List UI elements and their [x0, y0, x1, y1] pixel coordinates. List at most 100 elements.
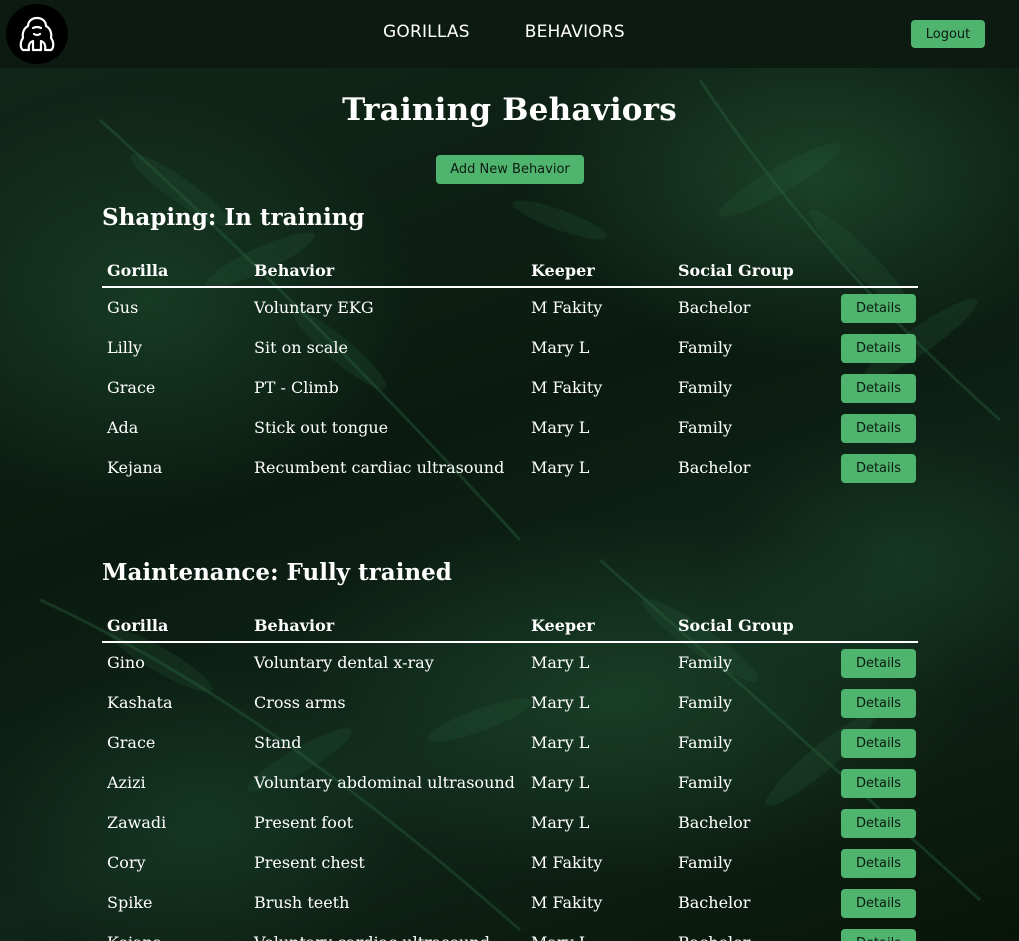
table-row: Ada Stick out tongue Mary L Family Details — [102, 408, 918, 448]
social-group-cell: Bachelor — [678, 458, 751, 477]
social-group-cell: Bachelor — [678, 813, 751, 832]
behavior-cell: Present foot — [254, 813, 353, 832]
maintenance-table: Gorilla Behavior Keeper Social Group Gino Vol… — [102, 610, 918, 941]
gorilla-cell: Kejana — [107, 458, 163, 477]
keeper-cell: M Fakity — [531, 378, 603, 397]
table-row: Cory Present chest M Fakity Family Details — [102, 843, 918, 883]
table-row: Zawadi Present foot Mary L Bachelor Details — [102, 803, 918, 843]
gorilla-cell: Grace — [107, 733, 156, 752]
keeper-cell: Mary L — [531, 813, 590, 832]
table-row: Kashata Cross arms Mary L Family Details — [102, 683, 918, 723]
table-row: Grace Stand Mary L Family Details — [102, 723, 918, 763]
behavior-cell: Sit on scale — [254, 338, 348, 357]
table-row: Azizi Voluntary abdominal ultrasound Mary … — [102, 763, 918, 803]
table-row: Gus Voluntary EKG M Fakity Bachelor Details — [102, 288, 918, 328]
nav-link-gorillas[interactable]: GORILLAS — [383, 22, 470, 42]
behavior-cell: Voluntary EKG — [254, 298, 374, 317]
keeper-cell: M Fakity — [531, 298, 603, 317]
details-button[interactable]: Details — [841, 769, 916, 798]
column-header: Gorilla — [107, 616, 169, 635]
table-header: Gorilla Behavior Keeper Social Group — [102, 255, 918, 288]
main-content: Training Behaviors Add New Behavior Shap… — [0, 68, 1019, 941]
details-button[interactable]: Details — [841, 889, 916, 918]
details-button[interactable]: Details — [841, 929, 916, 941]
table-row: Kejana Voluntary cardiac ultrasound Mary L… — [102, 923, 918, 941]
keeper-cell: Mary L — [531, 933, 589, 941]
table-row: Kejana Recumbent cardiac ultrasound Mary L… — [102, 448, 918, 488]
logout-button[interactable]: Logout — [911, 20, 985, 48]
keeper-cell: Mary L — [531, 733, 590, 752]
social-group-cell: Family — [678, 693, 732, 712]
table-row: Gino Voluntary dental x-ray Mary L Family De… — [102, 643, 918, 683]
details-button[interactable]: Details — [841, 849, 916, 878]
table-row: Lilly Sit on scale Mary L Family Details — [102, 328, 918, 368]
keeper-cell: M Fakity — [531, 893, 603, 912]
social-group-cell: Family — [678, 378, 732, 397]
gorilla-icon[interactable] — [6, 4, 68, 64]
behavior-cell: Present chest — [254, 853, 365, 872]
column-header: Gorilla — [107, 261, 169, 280]
details-button[interactable]: Details — [841, 414, 916, 443]
details-button[interactable]: Details — [841, 334, 916, 363]
keeper-cell: Mary L — [531, 653, 590, 672]
column-header: Keeper — [531, 616, 595, 635]
gorilla-cell: Kejana — [107, 933, 162, 941]
behavior-cell: Stand — [254, 733, 302, 752]
gorilla-cell: Cory — [107, 853, 146, 872]
behavior-cell: Recumbent cardiac ultrasound — [254, 458, 505, 477]
navbar: GORILLAS BEHAVIORS Logout — [0, 0, 1019, 68]
details-button[interactable]: Details — [841, 454, 916, 483]
column-header: Behavior — [254, 261, 335, 280]
section-title-maintenance: Maintenance: Fully trained — [102, 559, 452, 586]
behavior-cell: Brush teeth — [254, 893, 350, 912]
nav-link-behaviors[interactable]: BEHAVIORS — [525, 22, 625, 42]
behavior-cell: Voluntary cardiac ultrasound — [254, 933, 490, 941]
details-button[interactable]: Details — [841, 729, 916, 758]
table-header: Gorilla Behavior Keeper Social Group — [102, 610, 918, 643]
gorilla-cell: Zawadi — [107, 813, 167, 832]
keeper-cell: Mary L — [531, 693, 590, 712]
details-button[interactable]: Details — [841, 689, 916, 718]
gorilla-cell: Gus — [107, 298, 139, 317]
social-group-cell: Family — [678, 418, 732, 437]
column-header: Keeper — [531, 261, 595, 280]
section-title-shaping: Shaping: In training — [102, 204, 365, 231]
social-group-cell: Family — [678, 773, 732, 792]
details-button[interactable]: Details — [841, 809, 916, 838]
column-header: Behavior — [254, 616, 335, 635]
table-row: Grace PT - Climb M Fakity Family Details — [102, 368, 918, 408]
add-new-behavior-button[interactable]: Add New Behavior — [436, 155, 584, 184]
details-button[interactable]: Details — [841, 649, 916, 678]
social-group-cell: Bachelor — [678, 933, 750, 941]
social-group-cell: Bachelor — [678, 893, 751, 912]
social-group-cell: Bachelor — [678, 298, 751, 317]
column-header: Social Group — [678, 616, 794, 635]
table-row: Spike Brush teeth M Fakity Bachelor Details — [102, 883, 918, 923]
gorilla-cell: Kashata — [107, 693, 173, 712]
social-group-cell: Family — [678, 853, 732, 872]
main-nav: GORILLAS BEHAVIORS — [383, 22, 625, 42]
keeper-cell: Mary L — [531, 338, 590, 357]
behavior-cell: Cross arms — [254, 693, 346, 712]
gorilla-cell: Lilly — [107, 338, 143, 357]
social-group-cell: Family — [678, 338, 732, 357]
keeper-cell: M Fakity — [531, 853, 603, 872]
keeper-cell: Mary L — [531, 418, 590, 437]
social-group-cell: Family — [678, 733, 732, 752]
behavior-cell: Voluntary dental x-ray — [254, 653, 434, 672]
behavior-cell: Stick out tongue — [254, 418, 389, 437]
column-header: Social Group — [678, 261, 794, 280]
details-button[interactable]: Details — [841, 294, 916, 323]
behavior-cell: Voluntary abdominal ultrasound — [254, 773, 515, 792]
gorilla-cell: Ada — [107, 418, 139, 437]
social-group-cell: Family — [678, 653, 732, 672]
behavior-cell: PT - Climb — [254, 378, 339, 397]
gorilla-cell: Gino — [107, 653, 145, 672]
gorilla-cell: Grace — [107, 378, 156, 397]
keeper-cell: Mary L — [531, 773, 590, 792]
gorilla-cell: Azizi — [107, 773, 146, 792]
page-title: Training Behaviors — [342, 92, 677, 128]
details-button[interactable]: Details — [841, 374, 916, 403]
gorilla-cell: Spike — [107, 893, 153, 912]
shaping-table: Gorilla Behavior Keeper Social Group Gus Volu… — [102, 255, 918, 488]
